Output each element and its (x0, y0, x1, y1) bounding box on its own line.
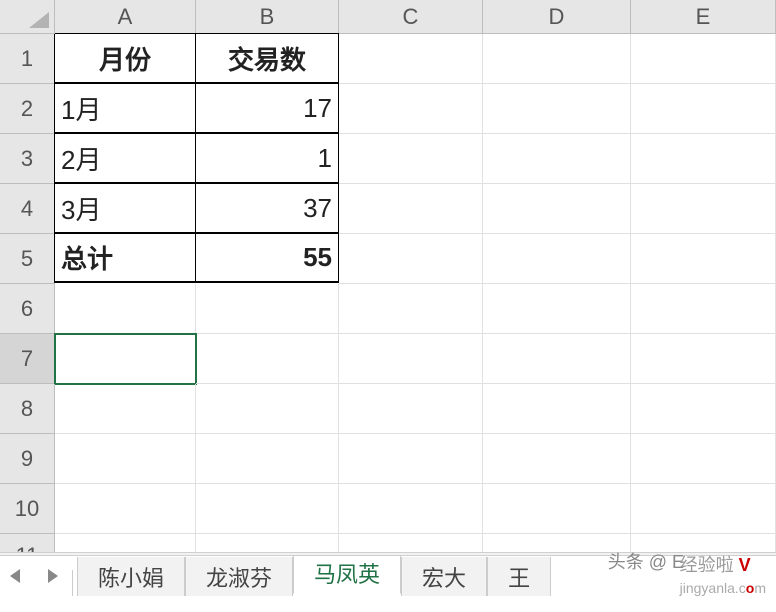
sheet-tab-1[interactable]: 陈小娟 (77, 557, 185, 596)
cell-D4[interactable] (483, 184, 631, 234)
cell-A3[interactable]: 2月 (54, 133, 196, 183)
watermark-v-icon: V (739, 555, 751, 575)
row-header-9[interactable]: 9 (0, 434, 55, 484)
row-header-5[interactable]: 5 (0, 234, 55, 284)
cell-E6[interactable] (631, 284, 776, 334)
col-header-D[interactable]: D (483, 0, 631, 34)
cell-E7[interactable] (631, 334, 776, 384)
watermark-domain-2: m (754, 580, 766, 596)
row-header-10[interactable]: 10 (0, 484, 55, 534)
watermark-text: 经验啦 (680, 555, 734, 575)
cell-B2[interactable]: 17 (195, 83, 339, 133)
tab-nav-arrows (0, 556, 58, 596)
cell-A1[interactable]: 月份 (54, 33, 196, 83)
cell-B5[interactable]: 55 (195, 233, 339, 283)
sheet-tab-3[interactable]: 马凤英 (293, 556, 401, 594)
sheet-tab-4[interactable]: 宏大 (401, 557, 487, 596)
cell-D2[interactable] (483, 84, 631, 134)
tab-scroll-right-icon[interactable] (48, 569, 58, 583)
credit-overlay: 头条 @ E (608, 548, 684, 574)
cell-C6[interactable] (339, 284, 483, 334)
row-header-6[interactable]: 6 (0, 284, 55, 334)
cell-E10[interactable] (631, 484, 776, 534)
cell-A8[interactable] (55, 384, 196, 434)
watermark-overlay: 经验啦 V jingyanla.com (680, 551, 766, 598)
col-header-B[interactable]: B (196, 0, 339, 34)
cell-B8[interactable] (196, 384, 339, 434)
cell-B6[interactable] (196, 284, 339, 334)
sheet-tab-5[interactable]: 王 (487, 557, 551, 596)
row-header-1[interactable]: 1 (0, 34, 55, 84)
cell-D10[interactable] (483, 484, 631, 534)
cell-A6[interactable] (55, 284, 196, 334)
cell-D1[interactable] (483, 34, 631, 84)
cell-D3[interactable] (483, 134, 631, 184)
tab-scroll-left-icon[interactable] (10, 569, 20, 583)
cell-C7[interactable] (339, 334, 483, 384)
cell-C3[interactable] (339, 134, 483, 184)
cell-C10[interactable] (339, 484, 483, 534)
tab-nav-separator (72, 570, 73, 596)
cell-B4[interactable]: 37 (195, 183, 339, 233)
select-all-corner[interactable] (0, 0, 55, 34)
cell-B9[interactable] (196, 434, 339, 484)
row-header-7[interactable]: 7 (0, 334, 55, 384)
cell-E1[interactable] (631, 34, 776, 84)
cell-A2[interactable]: 1月 (54, 83, 196, 133)
col-header-A[interactable]: A (55, 0, 196, 34)
cell-D8[interactable] (483, 384, 631, 434)
cell-A9[interactable] (55, 434, 196, 484)
cell-C9[interactable] (339, 434, 483, 484)
cell-A7[interactable] (55, 334, 196, 384)
cell-B3[interactable]: 1 (195, 133, 339, 183)
cell-E4[interactable] (631, 184, 776, 234)
cell-D5[interactable] (483, 234, 631, 284)
row-header-2[interactable]: 2 (0, 84, 55, 134)
row-header-8[interactable]: 8 (0, 384, 55, 434)
sheet-tab-2[interactable]: 龙淑芬 (185, 557, 293, 596)
cell-B7[interactable] (196, 334, 339, 384)
cell-C1[interactable] (339, 34, 483, 84)
col-header-C[interactable]: C (339, 0, 483, 34)
cell-D6[interactable] (483, 284, 631, 334)
cell-E3[interactable] (631, 134, 776, 184)
spreadsheet-grid: A B C D E 1 月份 交易数 2 1月 17 3 2月 1 4 3月 3… (0, 0, 776, 570)
col-header-E[interactable]: E (631, 0, 776, 34)
cell-E8[interactable] (631, 384, 776, 434)
row-header-3[interactable]: 3 (0, 134, 55, 184)
cell-E2[interactable] (631, 84, 776, 134)
cell-C8[interactable] (339, 384, 483, 434)
cell-C4[interactable] (339, 184, 483, 234)
cell-E5[interactable] (631, 234, 776, 284)
cell-A5[interactable]: 总计 (54, 233, 196, 283)
row-header-4[interactable]: 4 (0, 184, 55, 234)
cell-D9[interactable] (483, 434, 631, 484)
cell-B1[interactable]: 交易数 (195, 33, 339, 83)
cell-A4[interactable]: 3月 (54, 183, 196, 233)
cell-C2[interactable] (339, 84, 483, 134)
cell-A10[interactable] (55, 484, 196, 534)
cell-B10[interactable] (196, 484, 339, 534)
cell-C5[interactable] (339, 234, 483, 284)
cell-D7[interactable] (483, 334, 631, 384)
cell-E9[interactable] (631, 434, 776, 484)
watermark-domain-1: jingyanla.c (680, 580, 746, 596)
